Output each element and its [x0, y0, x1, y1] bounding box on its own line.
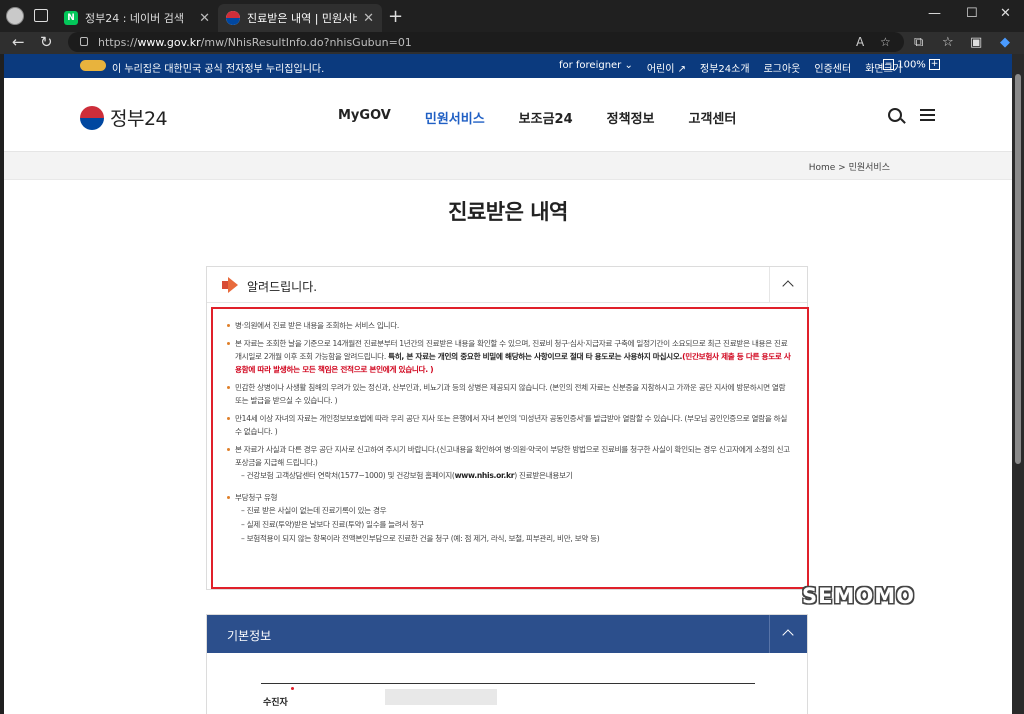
- naver-icon: N: [64, 11, 78, 25]
- notice-item: 부당청구 유형 – 진료 받은 사실이 없는데 진료기록이 있는 경우 – 실제…: [227, 491, 791, 546]
- notice-item: 병·의원에서 진료 받은 내용을 조회하는 서비스 입니다.: [227, 319, 791, 332]
- official-site-notice: 이 누리집은 대한민국 공식 전자정부 누리집입니다.: [112, 64, 325, 75]
- menu-icon[interactable]: [920, 109, 935, 121]
- collapse-notice-button[interactable]: [769, 267, 807, 303]
- lock-icon: [80, 37, 88, 46]
- tab-actions-icon[interactable]: [34, 9, 48, 22]
- required-dot: [291, 687, 294, 690]
- brand-name: 정부24: [110, 108, 168, 130]
- link-for-foreigner[interactable]: for foreigner ⌄: [559, 60, 633, 75]
- notice-title: 알려드립니다.: [247, 280, 318, 294]
- main-nav: MyGOV 민원서비스 보조금24 정책정보 고객센터: [338, 108, 736, 127]
- close-window-button[interactable]: ✕: [1000, 6, 1011, 21]
- zoom-in-button[interactable]: +: [929, 59, 940, 70]
- breadcrumb-bar: Home > 민원서비스: [4, 152, 1012, 180]
- read-aloud-icon[interactable]: A: [856, 35, 864, 49]
- tab-naver-search[interactable]: N 정부24 : 네이버 검색 ✕: [56, 4, 218, 32]
- tab-title: 진료받은 내역 | 민원서비스 | 정부: [247, 12, 357, 25]
- zoom-out-button[interactable]: −: [883, 59, 895, 70]
- site-header: 정부24 MyGOV 민원서비스 보조금24 정책정보 고객센터: [4, 78, 1012, 152]
- nav-policy-info[interactable]: 정책정보: [607, 108, 655, 127]
- maximize-button[interactable]: ☐: [966, 6, 978, 21]
- breadcrumb-home[interactable]: Home: [809, 163, 836, 173]
- patient-label: 수진자: [263, 698, 288, 708]
- minimize-button[interactable]: —: [928, 6, 941, 21]
- collections-icon[interactable]: ▣: [970, 35, 982, 50]
- url-path: /mw/NhisResultInfo.do?nhisGubun=01: [200, 35, 412, 49]
- notice-item: 본 자료가 사실과 다른 경우 공단 지사로 신고하여 주시기 바랍니다.(신고…: [227, 443, 791, 483]
- new-tab-button[interactable]: +: [388, 6, 403, 27]
- divider: [261, 683, 755, 684]
- notice-subitem: – 실제 진료(투약)받은 날보다 진료(투약) 일수를 늘려서 청구: [241, 520, 424, 529]
- basic-info-title: 기본정보: [227, 629, 272, 643]
- link-logout[interactable]: 로그아웃: [764, 60, 801, 75]
- patient-value-masked: [385, 689, 497, 705]
- link-kids[interactable]: 어린이 ↗: [647, 60, 686, 75]
- notice-subitem: – 건강보험 고객상담센터 연락처(1577−1000) 및 건강보험 홈페이지…: [241, 471, 573, 480]
- link-about[interactable]: 정부24소개: [700, 60, 750, 75]
- basic-info-panel: 기본정보 수진자: [206, 614, 808, 714]
- notice-item: 본 자료는 조회한 날을 기준으로 14개월전 진료분부터 1년간의 진료받은 …: [227, 337, 791, 376]
- refresh-icon[interactable]: ↻: [40, 33, 53, 51]
- egov-logo-icon: [80, 60, 106, 71]
- breadcrumb: Home > 민원서비스: [809, 160, 890, 173]
- watermark: SEMOMO: [802, 584, 915, 608]
- nav-customer-center[interactable]: 고객센터: [689, 108, 737, 127]
- chevron-up-icon: [782, 280, 794, 292]
- collapse-basic-info-button[interactable]: [769, 615, 807, 653]
- browser-tab-bar: N 정부24 : 네이버 검색 ✕ 진료받은 내역 | 민원서비스 | 정부 ✕…: [0, 0, 1024, 32]
- favorite-star-icon[interactable]: ☆: [880, 35, 891, 49]
- tab-title: 정부24 : 네이버 검색: [85, 12, 185, 25]
- tab-gov24[interactable]: 진료받은 내역 | 민원서비스 | 정부 ✕: [218, 4, 382, 32]
- megaphone-icon: [222, 277, 240, 293]
- notice-item: 민감한 상병이나 사생활 침해의 우려가 있는 정신과, 산부인과, 비뇨기과 …: [227, 381, 791, 407]
- url-host: www.gov.kr: [137, 35, 201, 49]
- link-cert-center[interactable]: 인증센터: [814, 60, 851, 75]
- web-page: 이 누리집은 대한민국 공식 전자정부 누리집입니다. for foreigne…: [4, 54, 1012, 714]
- taegeuk-emblem-icon: [80, 105, 104, 130]
- notice-panel: 알려드립니다. 병·의원에서 진료 받은 내용을 조회하는 서비스 입니다. 본…: [206, 266, 809, 590]
- scrollbar-thumb[interactable]: [1015, 74, 1021, 464]
- address-bar[interactable]: https://www.gov.kr/mw/NhisResultInfo.do?…: [68, 32, 904, 52]
- zoom-control: − 100% +: [883, 59, 940, 71]
- copilot-icon[interactable]: ◆: [1000, 35, 1010, 50]
- nhis-link[interactable]: www.nhis.or.kr: [455, 471, 515, 480]
- extensions-icon[interactable]: ⧉: [914, 35, 923, 50]
- breadcrumb-separator: >: [838, 163, 846, 173]
- breadcrumb-current[interactable]: 민원서비스: [849, 163, 890, 173]
- notice-content-highlighted: 병·의원에서 진료 받은 내용을 조회하는 서비스 입니다. 본 자료는 조회한…: [211, 307, 809, 589]
- close-tab-icon[interactable]: ✕: [199, 11, 210, 26]
- nav-mygov[interactable]: MyGOV: [338, 108, 391, 127]
- page-scrollbar[interactable]: [1012, 54, 1024, 714]
- gov-official-banner: 이 누리집은 대한민국 공식 전자정부 누리집입니다. for foreigne…: [4, 54, 1012, 78]
- url-prefix: https://: [98, 35, 138, 49]
- page-title: 진료받은 내역: [448, 200, 568, 224]
- close-tab-icon[interactable]: ✕: [363, 11, 374, 26]
- chevron-up-icon: [782, 629, 794, 641]
- zoom-level: 100%: [897, 59, 926, 71]
- gov24-logo[interactable]: 정부24: [80, 104, 168, 131]
- basic-info-header[interactable]: 기본정보: [207, 615, 807, 653]
- notice-subitem: – 진료 받은 사실이 없는데 진료기록이 있는 경우: [241, 506, 387, 515]
- profile-avatar[interactable]: [6, 7, 24, 25]
- gov24-icon: [226, 11, 240, 25]
- notice-item: 만14세 이상 자녀의 자료는 개인정보보호법에 따라 우리 공단 지사 또는 …: [227, 412, 791, 438]
- notice-header[interactable]: 알려드립니다.: [207, 267, 807, 303]
- search-icon[interactable]: [888, 108, 902, 122]
- back-icon[interactable]: ←: [12, 33, 25, 51]
- browser-toolbar: ← ↻ https://www.gov.kr/mw/NhisResultInfo…: [0, 32, 1024, 54]
- nav-subsidy24[interactable]: 보조금24: [519, 108, 573, 127]
- notice-subitem: – 보험적용이 되지 않는 항목이라 전액본인부담으로 진료한 건을 청구 (예…: [241, 534, 600, 543]
- favorites-icon[interactable]: ☆: [942, 35, 954, 50]
- nav-civil-service[interactable]: 민원서비스: [425, 108, 485, 127]
